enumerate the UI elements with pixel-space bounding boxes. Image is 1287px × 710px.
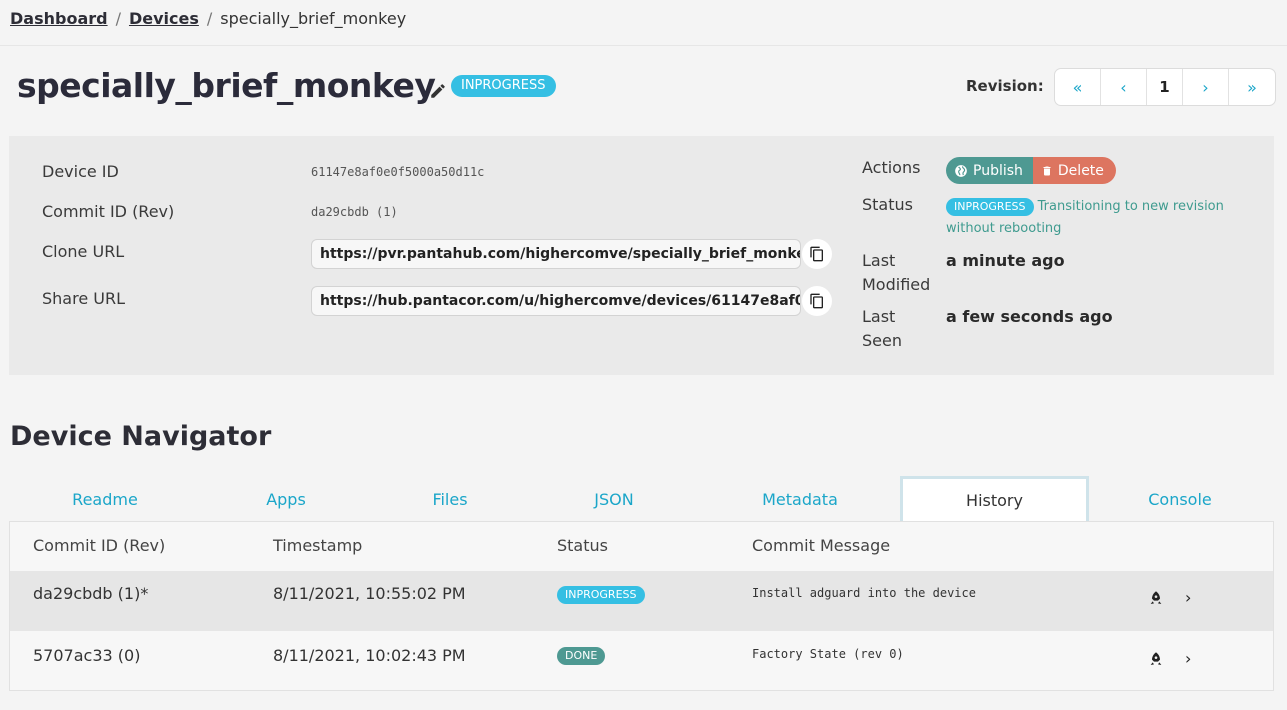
last-revision-button[interactable]: » [1229, 69, 1275, 105]
breadcrumb-separator: / [115, 8, 121, 28]
chevron-right-icon[interactable]: › [1185, 588, 1191, 607]
rocket-icon[interactable] [1148, 651, 1164, 671]
status-badge: INPROGRESS [946, 198, 1034, 216]
last-modified-value: a minute ago [946, 251, 1065, 270]
column-header: Commit ID (Rev) [33, 536, 166, 555]
chevron-right-icon[interactable]: › [1185, 649, 1191, 668]
rocket-icon[interactable] [1148, 590, 1164, 610]
breadcrumb-current: specially_brief_monkey [220, 8, 407, 28]
commit-id-label: Commit ID (Rev) [42, 202, 175, 221]
copy-clone-url-button[interactable] [802, 239, 832, 269]
history-table: Commit ID (Rev) Timestamp Status Commit … [9, 521, 1274, 691]
column-header: Commit Message [752, 536, 891, 555]
first-revision-button[interactable]: « [1055, 69, 1101, 105]
device-navigator-title: Device Navigator [10, 421, 272, 452]
delete-button[interactable]: Delete [1032, 157, 1116, 184]
revision-number[interactable]: 1 [1147, 69, 1183, 105]
tab-history[interactable]: History [900, 476, 1089, 522]
publish-button[interactable]: Publish [946, 157, 1033, 184]
copy-icon [810, 293, 823, 309]
table-row[interactable]: da29cbdb (1)* 8/11/2021, 10:55:02 PM INP… [10, 571, 1273, 631]
device-id-value: 61147e8af0e0f5000a50d11c [311, 165, 485, 179]
row-commit-message: Factory State (rev 0) [752, 647, 904, 661]
row-commit-id: da29cbdb (1)* [33, 584, 149, 603]
last-modified-label: Last [862, 251, 896, 270]
clone-url-label: Clone URL [42, 242, 125, 261]
last-modified-label: Modified [862, 275, 931, 294]
tab-console[interactable]: Console [1089, 476, 1271, 522]
revision-label: Revision: [966, 77, 1044, 95]
row-status-badge: INPROGRESS [557, 586, 645, 604]
page-title: specially_brief_monkey [17, 66, 436, 105]
tab-files[interactable]: Files [372, 476, 528, 522]
breadcrumb: Dashboard / Devices / specially_brief_mo… [10, 6, 406, 30]
last-seen-value: a few seconds ago [946, 307, 1113, 326]
column-header: Status [557, 536, 608, 555]
last-seen-label: Last [862, 307, 896, 326]
status-badge: INPROGRESS [451, 75, 556, 97]
commit-id-value: da29cbdb (1) [311, 205, 398, 219]
copy-icon [810, 246, 823, 262]
pencil-icon[interactable] [429, 82, 447, 100]
column-header: Timestamp [273, 536, 363, 555]
delete-label: Delete [1057, 162, 1104, 179]
divider [0, 45, 1287, 46]
status-label: Status [862, 195, 913, 214]
globe-icon [955, 164, 967, 177]
device-id-label: Device ID [42, 162, 119, 181]
revision-pager: « ‹ 1 › » [1054, 68, 1276, 106]
tab-json[interactable]: JSON [528, 476, 700, 522]
share-url-label: Share URL [42, 289, 125, 308]
previous-revision-button[interactable]: ‹ [1101, 69, 1147, 105]
tab-metadata[interactable]: Metadata [700, 476, 900, 522]
next-revision-button[interactable]: › [1183, 69, 1229, 105]
tab-readme[interactable]: Readme [10, 476, 200, 522]
status-detail: INPROGRESS Transitioning to new revision… [946, 196, 1256, 240]
action-buttons: Publish Delete [946, 157, 1116, 184]
trash-icon [1043, 166, 1051, 175]
tab-apps[interactable]: Apps [200, 476, 372, 522]
row-commit-message: Install adguard into the device [752, 586, 976, 600]
row-timestamp: 8/11/2021, 10:55:02 PM [273, 584, 466, 603]
row-status-badge: DONE [557, 647, 606, 665]
breadcrumb-devices-link[interactable]: Devices [129, 9, 199, 28]
publish-label: Publish [973, 162, 1023, 179]
share-url-field[interactable]: https://hub.pantacor.com/u/highercomve/d… [311, 286, 801, 316]
row-commit-id: 5707ac33 (0) [33, 646, 141, 665]
breadcrumb-separator: / [206, 8, 213, 28]
row-timestamp: 8/11/2021, 10:02:43 PM [273, 646, 466, 665]
last-seen-label: Seen [862, 331, 902, 350]
copy-share-url-button[interactable] [802, 286, 832, 316]
table-row[interactable]: 5707ac33 (0) 8/11/2021, 10:02:43 PM DONE… [10, 632, 1273, 692]
actions-label: Actions [862, 158, 921, 177]
breadcrumb-dashboard-link[interactable]: Dashboard [10, 9, 108, 28]
device-info-panel: Device ID 61147e8af0e0f5000a50d11c Commi… [9, 136, 1274, 375]
clone-url-field[interactable]: https://pvr.pantahub.com/highercomve/spe… [311, 239, 801, 269]
